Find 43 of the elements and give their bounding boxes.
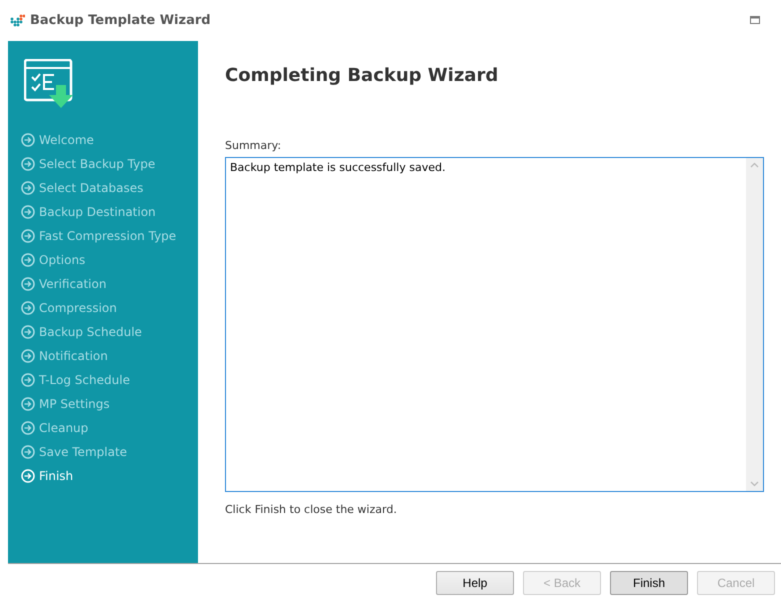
arrow-circle-icon [21, 349, 35, 363]
page-heading: Completing Backup Wizard [225, 65, 500, 88]
wizard-step[interactable]: Notification [8, 344, 198, 368]
wizard-step[interactable]: Verification [8, 272, 198, 296]
arrow-circle-icon [21, 397, 35, 411]
arrow-circle-icon [21, 373, 35, 387]
summary-field[interactable]: Backup template is successfully saved. [225, 157, 764, 492]
arrow-circle-icon [21, 157, 35, 171]
scroll-down-icon[interactable] [750, 481, 759, 487]
wizard-button[interactable]: Finish [610, 570, 688, 594]
wizard-step[interactable]: Backup Schedule [8, 320, 198, 344]
arrow-circle-icon [21, 133, 35, 147]
arrow-circle-icon [21, 301, 35, 315]
finish-hint: Click Finish to close the wizard. [225, 503, 398, 516]
arrow-circle-icon [21, 229, 35, 243]
checklist-download-icon [24, 59, 76, 109]
arrow-circle-icon [21, 205, 35, 219]
wizard-step[interactable]: Welcome [8, 128, 198, 152]
arrow-circle-icon [21, 445, 35, 459]
arrow-circle-icon [21, 277, 35, 291]
wizard-step[interactable]: Select Databases [8, 176, 198, 200]
summary-label: Summary: [225, 139, 282, 152]
arrow-circle-icon [21, 421, 35, 435]
wizard-step[interactable]: Finish [8, 464, 198, 488]
wizard-button[interactable]: Help [436, 570, 514, 594]
wizard-step[interactable]: Save Template [8, 440, 198, 464]
scroll-up-icon[interactable] [750, 162, 759, 168]
app-logo-icon [10, 14, 25, 27]
wizard-step[interactable]: Options [8, 248, 198, 272]
wizard-step[interactable]: Backup Destination [8, 200, 198, 224]
scrollbar[interactable] [746, 158, 763, 491]
maximize-icon[interactable] [750, 16, 760, 24]
wizard-step[interactable]: Fast Compression Type [8, 224, 198, 248]
wizard-step[interactable]: T-Log Schedule [8, 368, 198, 392]
wizard-step[interactable]: MP Settings [8, 392, 198, 416]
wizard-step[interactable]: Cleanup [8, 416, 198, 440]
arrow-circle-icon [21, 253, 35, 267]
wizard-step[interactable]: Compression [8, 296, 198, 320]
wizard-step[interactable]: Select Backup Type [8, 152, 198, 176]
arrow-circle-icon [21, 325, 35, 339]
window-title: Backup Template Wizard [30, 13, 211, 28]
arrow-circle-icon [21, 469, 35, 483]
arrow-circle-icon [21, 181, 35, 195]
